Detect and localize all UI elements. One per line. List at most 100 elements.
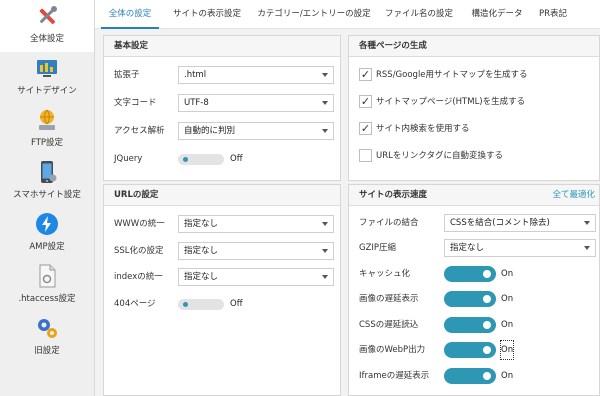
www-select[interactable]: 指定なし (178, 215, 334, 233)
webp-row: 画像のWebP出力 On (359, 340, 593, 360)
extension-select[interactable]: .html (178, 66, 334, 84)
field-label: indexの統一 (114, 272, 163, 282)
field-label: CSSの遅延読込 (359, 320, 419, 330)
panel-title: 各種ページの生成 (349, 36, 599, 57)
select-value: 指定なし (450, 243, 485, 253)
checkbox[interactable]: ✓ (359, 68, 372, 81)
jquery-toggle[interactable] (178, 154, 224, 165)
jquery-row: JQuery Off (114, 150, 334, 168)
toggle-knob (483, 346, 491, 354)
check-auto-link[interactable]: URLをリンクタグに自動変換する (359, 147, 593, 165)
lazy-iframe-row: Iframeの遅延表示 On (359, 367, 593, 385)
select-value: 指定なし (184, 272, 219, 282)
htaccess-file-icon (39, 264, 56, 288)
sidebar-item-design[interactable]: サイトデザイン (0, 52, 94, 104)
lazy-css-toggle[interactable] (444, 317, 496, 333)
settings-content: 基本設定 拡張子 .html 文字コード UTF-8 アクセス解析 自動的に判別… (95, 29, 600, 396)
panel-basic-settings: 基本設定 拡張子 .html 文字コード UTF-8 アクセス解析 自動的に判別… (103, 35, 341, 181)
tab-pr-notation[interactable]: PR表記 (533, 0, 573, 29)
panel-title: サイトの表示速度 全て最適化 (349, 185, 599, 206)
sidebar-item-amp[interactable]: AMP設定 (0, 208, 94, 260)
toggle-knob (483, 321, 491, 329)
sidebar-item-htaccess[interactable]: .htaccess設定 (0, 260, 94, 312)
webp-toggle[interactable] (444, 342, 496, 358)
tools-icon (39, 6, 57, 25)
select-value: 自動的に判別 (184, 126, 236, 136)
sidebar-item-label: サイトデザイン (17, 86, 77, 96)
select-value: 指定なし (184, 219, 219, 229)
lazy-css-row: CSSの遅延読込 On (359, 316, 593, 334)
file-combine-select[interactable]: CSSを結合(コメント除去) (444, 214, 596, 232)
toggle-value: Off (230, 299, 243, 309)
tab-category-entry[interactable]: カテゴリー/エントリーの設定 (255, 0, 373, 29)
checkbox[interactable]: ✓ (359, 95, 372, 108)
field-label: キャッシュ化 (359, 269, 411, 279)
panel-title-text: サイトの表示速度 (359, 190, 428, 200)
field-label: 404ページ (114, 299, 156, 309)
toggle-knob (483, 270, 491, 278)
lazy-image-row: 画像の遅延表示 On (359, 290, 593, 308)
checkbox-label: URLをリンクタグに自動変換する (376, 151, 504, 161)
analytics-select[interactable]: 自動的に判別 (178, 122, 334, 140)
chevron-down-icon (322, 73, 328, 77)
toggle-knob (183, 302, 188, 307)
check-html-sitemap[interactable]: ✓ サイトマップページ(HTML)を生成する (359, 93, 593, 111)
field-label: ファイルの結合 (359, 218, 419, 228)
check-site-search[interactable]: ✓ サイト内検索を使用する (359, 120, 593, 138)
panel-title: URLの設定 (104, 185, 340, 206)
tab-filename[interactable]: ファイル名の設定 (381, 0, 457, 29)
ftp-icon (39, 109, 55, 130)
field-label: SSL化の設定 (114, 246, 164, 256)
index-select[interactable]: 指定なし (178, 268, 334, 286)
select-value: 指定なし (184, 246, 219, 256)
charset-select[interactable]: UTF-8 (178, 94, 334, 112)
extension-row: 拡張子 .html (114, 66, 334, 84)
checkbox[interactable] (359, 149, 372, 162)
lazy-iframe-toggle[interactable] (444, 368, 496, 384)
ssl-select[interactable]: 指定なし (178, 242, 334, 260)
cache-toggle[interactable] (444, 266, 496, 282)
sidebar-item-ftp[interactable]: FTP設定 (0, 104, 94, 156)
sidebar-item-legacy[interactable]: 旧設定 (0, 312, 94, 364)
www-row: WWWの統一 指定なし (114, 215, 334, 233)
toggle-knob (483, 295, 491, 303)
field-label: 文字コード (114, 98, 157, 108)
select-value: UTF-8 (184, 98, 209, 108)
design-icon (37, 60, 57, 77)
page404-row: 404ページ Off (114, 295, 334, 313)
panel-display-speed: サイトの表示速度 全て最適化 ファイルの結合 CSSを結合(コメント除去) GZI… (348, 184, 600, 396)
page404-toggle[interactable] (178, 299, 224, 310)
tab-structured-data[interactable]: 構造化データ (467, 0, 527, 29)
lazy-image-toggle[interactable] (444, 291, 496, 307)
tab-site-display[interactable]: サイトの表示設定 (167, 0, 247, 29)
chevron-down-icon (322, 222, 328, 226)
tab-general[interactable]: 全体の設定 (101, 0, 159, 29)
sidebar-item-label: 全体設定 (29, 34, 64, 44)
sidebar-item-label: スマホサイト設定 (13, 190, 81, 200)
toggle-value: On (501, 269, 514, 279)
chevron-down-icon (322, 129, 328, 133)
optimize-all-link[interactable]: 全て最適化 (552, 189, 595, 202)
sidebar-item-label: AMP設定 (29, 242, 65, 252)
analytics-row: アクセス解析 自動的に判別 (114, 122, 334, 140)
cache-row: キャッシュ化 On (359, 265, 593, 283)
toggle-value: On (501, 294, 514, 304)
panel-url-settings: URLの設定 WWWの統一 指定なし SSL化の設定 指定なし indexの統一… (103, 184, 341, 396)
toggle-value: On (499, 340, 515, 360)
check-rss-sitemap[interactable]: ✓ RSS/Google用サイトマップを生成する (359, 66, 593, 84)
field-label: 拡張子 (114, 70, 140, 80)
toggle-value: On (501, 371, 514, 381)
checkbox-label: サイトマップページ(HTML)を生成する (376, 97, 526, 107)
chevron-down-icon (584, 246, 590, 250)
settings-window: 全体設定 サイトデザイン FTP設定 スマホサイト設定 AMP設定 .htacc… (0, 0, 600, 396)
sidebar-item-label: FTP設定 (30, 138, 64, 148)
checkbox-label: サイト内検索を使用する (376, 124, 470, 134)
smartphone-icon (41, 161, 57, 183)
gzip-select[interactable]: 指定なし (444, 239, 596, 257)
sidebar-item-smartphone[interactable]: スマホサイト設定 (0, 156, 94, 208)
sidebar: 全体設定 サイトデザイン FTP設定 スマホサイト設定 AMP設定 .htacc… (0, 0, 95, 396)
sidebar-item-general[interactable]: 全体設定 (0, 0, 94, 52)
sidebar-item-label: 旧設定 (34, 346, 60, 356)
panel-page-generation: 各種ページの生成 ✓ RSS/Google用サイトマップを生成する ✓ サイトマ… (348, 35, 600, 181)
checkbox[interactable]: ✓ (359, 122, 372, 135)
